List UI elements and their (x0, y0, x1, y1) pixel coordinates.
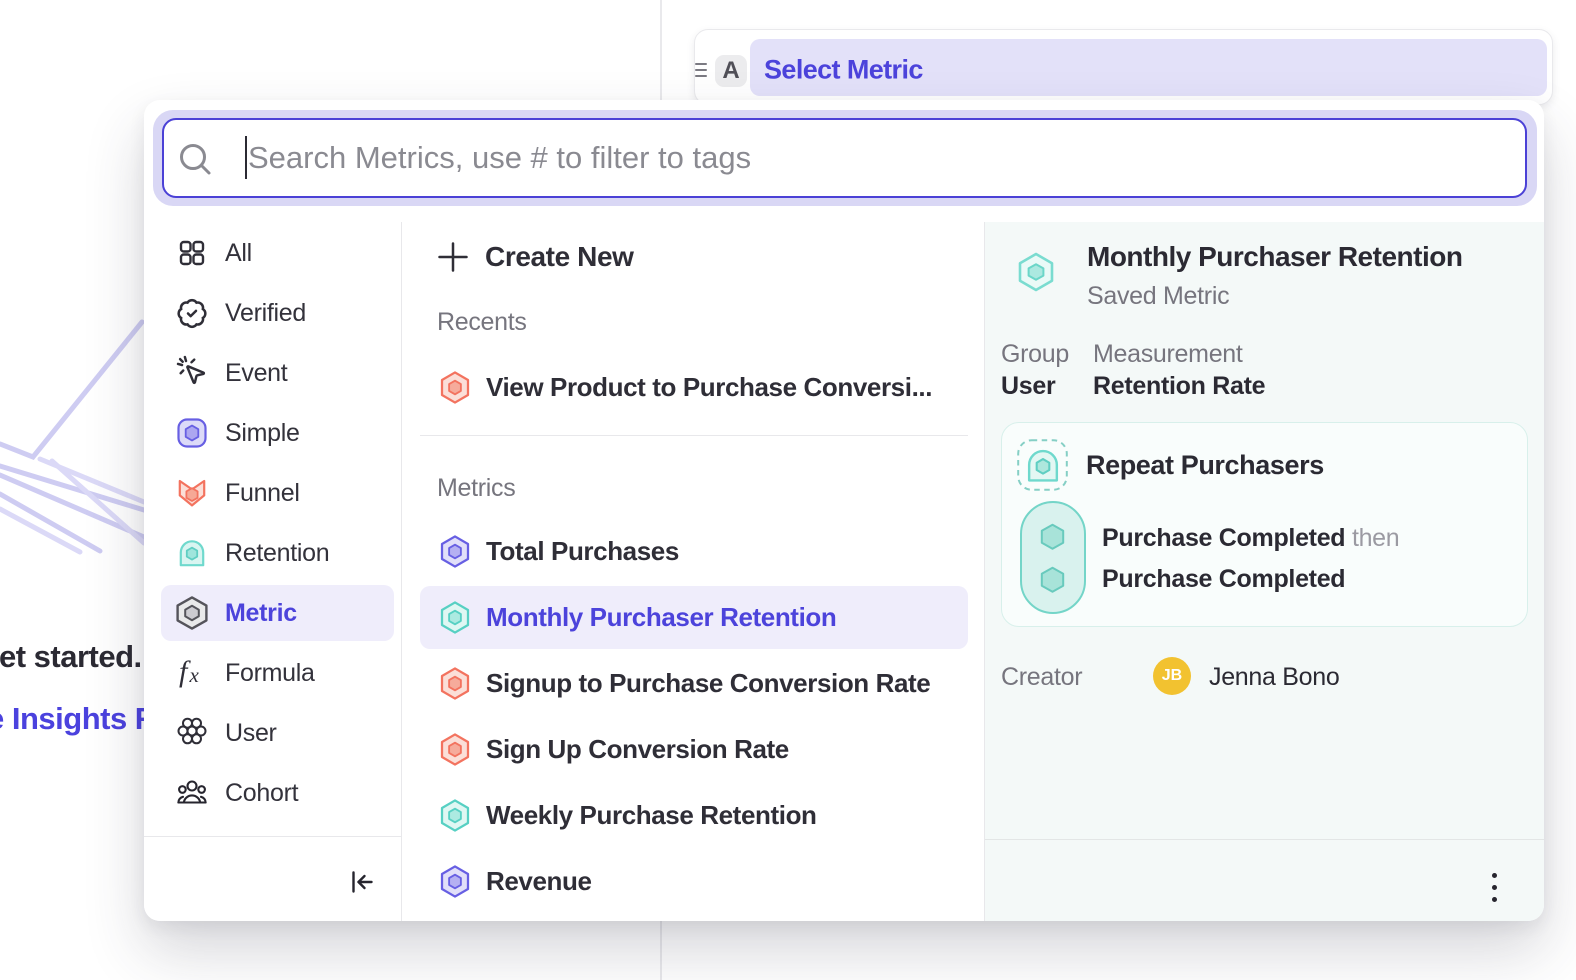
svg-text:x: x (189, 663, 200, 687)
